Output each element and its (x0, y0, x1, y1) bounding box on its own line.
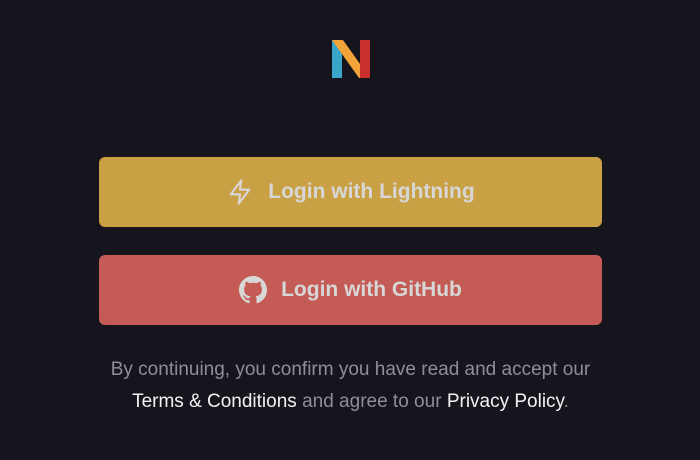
login-with-github-label: Login with GitHub (281, 278, 462, 301)
login-with-lightning-label: Login with Lightning (268, 180, 475, 203)
terms-and-conditions-link[interactable]: Terms & Conditions (132, 391, 297, 412)
login-with-github-button[interactable]: Login with GitHub (99, 255, 602, 325)
github-icon (239, 276, 268, 304)
consent-text: By continuing, you confirm you have read… (99, 354, 602, 417)
login-with-lightning-button[interactable]: Login with Lightning (99, 157, 602, 227)
consent-suffix: . (563, 390, 569, 412)
n-logo-icon (332, 40, 370, 78)
consent-prefix: By continuing, you confirm you have read… (110, 359, 591, 380)
lightning-bolt-icon (226, 178, 254, 206)
privacy-policy-link[interactable]: Privacy Policy (447, 391, 564, 412)
consent-middle: and agree to our (302, 390, 442, 412)
login-page: Login with Lightning Login with GitHub B… (0, 0, 700, 460)
